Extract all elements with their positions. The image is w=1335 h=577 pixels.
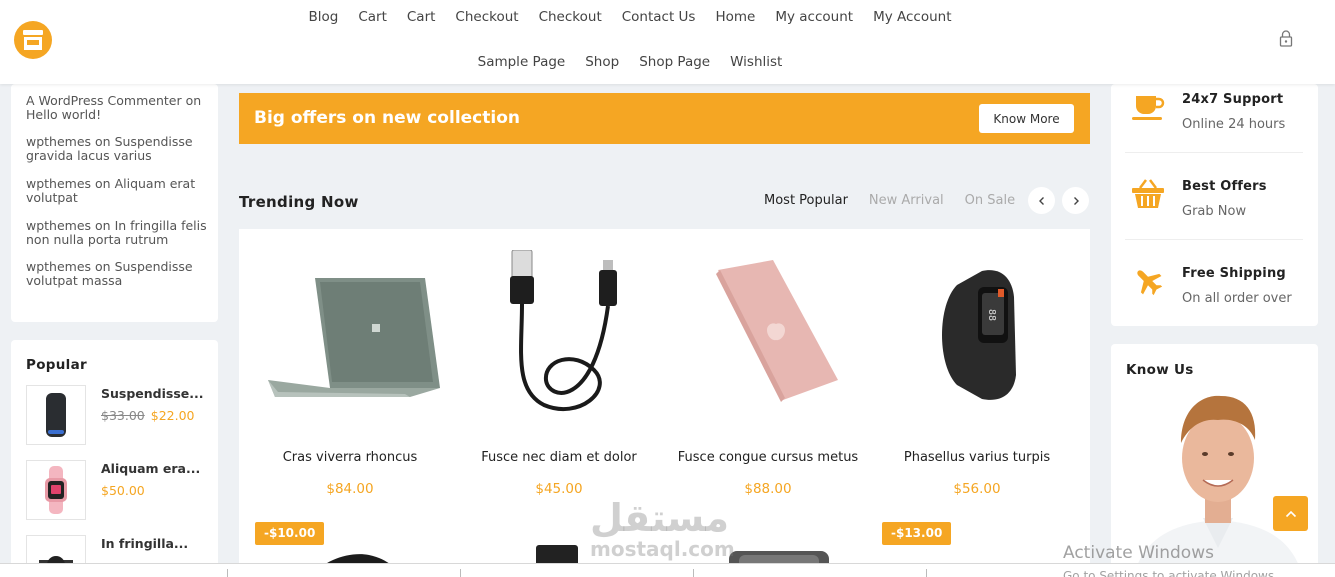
divider <box>1125 239 1303 240</box>
usb-cable-image[interactable] <box>464 247 654 422</box>
watermark-latin: mostaql.com <box>590 537 735 561</box>
watermark-arabic: مستقل <box>590 496 729 540</box>
tab-most-popular[interactable]: Most Popular <box>764 193 848 208</box>
popular-item-price: $33.00 $22.00 <box>101 408 195 423</box>
nav-item-checkout[interactable]: Checkout <box>445 8 528 26</box>
nav-item-wishlist[interactable]: Wishlist <box>720 53 792 71</box>
nav-row-2: Sample Page Shop Shop Page Wishlist <box>290 53 970 71</box>
lock-icon[interactable] <box>1279 29 1293 52</box>
feature-title: Free Shipping <box>1182 266 1286 281</box>
activate-windows-title: Activate Windows <box>1063 543 1214 563</box>
nav-item-contact-us[interactable]: Contact Us <box>612 8 706 26</box>
product-price: $84.00 <box>326 481 374 497</box>
product-price: $45.00 <box>535 481 583 497</box>
watermark: مستقل mostaql.com <box>590 498 735 560</box>
trending-tabs: Most Popular New Arrival On Sale <box>764 193 1015 208</box>
divider <box>460 569 461 577</box>
feature-offers: Best Offers Grab Now <box>1126 176 1306 236</box>
product-name[interactable]: Phasellus varius turpis <box>872 450 1082 465</box>
tab-on-sale[interactable]: On Sale <box>965 193 1015 208</box>
product-name[interactable]: Fusce congue cursus metus <box>663 450 873 465</box>
feature-support: 24x7 Support Online 24 hours <box>1126 89 1306 149</box>
nav-item-my-account-2[interactable]: My Account <box>863 8 961 26</box>
trending-title: Trending Now <box>239 193 359 211</box>
plane-icon <box>1126 263 1170 299</box>
feature-shipping: Free Shipping On all order over <box>1126 263 1306 323</box>
activate-windows-subtitle: Go to Settings to activate Windows. <box>1063 569 1278 577</box>
comment-item[interactable]: wpthemes on Suspendisse volutpat massa <box>26 260 211 288</box>
banner-text: Big offers on new collection <box>254 108 520 128</box>
popular-item[interactable]: Suspendisse... $33.00 $22.00 <box>26 385 211 445</box>
nav-row-1: Blog Cart Cart Checkout Checkout Contact… <box>290 8 970 26</box>
sale-price: $22.00 <box>150 408 195 423</box>
chevron-right-icon <box>1073 196 1079 205</box>
nav-item-cart[interactable]: Cart <box>348 8 397 26</box>
product-card[interactable]: Cras viverra rhoncus $84.00 <box>245 229 455 509</box>
comment-item[interactable]: wpthemes on Aliquam erat volutpat <box>26 177 211 205</box>
store-logo-icon[interactable] <box>14 21 52 59</box>
basket-icon <box>1126 176 1170 212</box>
product-name[interactable]: Cras viverra rhoncus <box>245 450 455 465</box>
sale-price: $50.00 <box>101 483 145 498</box>
product-card[interactable]: Fusce nec diam et dolor $45.00 <box>454 229 664 509</box>
divider <box>693 569 694 577</box>
old-price: $33.00 <box>101 408 145 423</box>
product-card[interactable]: Fusce congue cursus metus $88.00 <box>663 229 873 509</box>
speaker-thumbnail[interactable] <box>26 385 86 445</box>
nav-item-cart-2[interactable]: Cart <box>397 8 446 26</box>
feature-subtitle: Online 24 hours <box>1182 117 1286 132</box>
tab-new-arrival[interactable]: New Arrival <box>869 193 944 208</box>
feature-title: Best Offers <box>1182 179 1267 194</box>
comment-item[interactable]: wpthemes on In fringilla felis non nulla… <box>26 219 211 247</box>
popular-title: Popular <box>26 357 87 373</box>
product-card[interactable]: 88 Phasellus varius turpis $56.00 <box>872 229 1082 509</box>
popular-item-name[interactable]: In fringilla... <box>101 536 188 551</box>
site-header: Blog Cart Cart Checkout Checkout Contact… <box>0 0 1335 84</box>
chevron-left-icon <box>1038 196 1044 205</box>
nav-item-blog[interactable]: Blog <box>298 8 348 26</box>
divider <box>1125 152 1303 153</box>
cup-icon <box>1126 89 1170 125</box>
divider <box>926 569 927 577</box>
svg-text:88: 88 <box>986 308 997 320</box>
nav-item-my-account[interactable]: My account <box>765 8 863 26</box>
product-price: $56.00 <box>953 481 1001 497</box>
feature-subtitle: Grab Now <box>1182 204 1247 219</box>
know-us-title: Know Us <box>1126 362 1194 378</box>
comment-item[interactable]: A WordPress Commenter on Hello world! <box>26 94 211 122</box>
feature-title: 24x7 Support <box>1182 92 1284 107</box>
comment-item[interactable]: wpthemes on Suspendisse gravida lacus va… <box>26 135 211 163</box>
nav-item-checkout-2[interactable]: Checkout <box>529 8 612 26</box>
tablet-image[interactable] <box>673 247 863 422</box>
chevron-up-icon <box>1285 510 1296 517</box>
product-name[interactable]: Fusce nec diam et dolor <box>454 450 664 465</box>
fitness-band-image[interactable]: 88 <box>882 247 1072 422</box>
next-arrow-button[interactable] <box>1062 187 1089 214</box>
recent-comments-widget: A WordPress Commenter on Hello world! wp… <box>11 84 218 322</box>
nav-item-home[interactable]: Home <box>705 8 765 26</box>
features-widget: 24x7 Support Online 24 hours Best Offers… <box>1111 84 1318 326</box>
popular-item-price: $50.00 <box>101 483 145 498</box>
nav-item-shop[interactable]: Shop <box>575 53 629 71</box>
popular-item-name[interactable]: Aliquam era... <box>101 461 200 476</box>
prev-arrow-button[interactable] <box>1028 187 1055 214</box>
divider <box>227 569 228 577</box>
smartwatch-thumbnail[interactable] <box>26 460 86 520</box>
nav-item-sample-page[interactable]: Sample Page <box>468 53 576 71</box>
product-price: $88.00 <box>744 481 792 497</box>
promo-banner: Big offers on new collection Know More <box>239 93 1090 144</box>
scroll-to-top-button[interactable] <box>1273 496 1308 531</box>
discount-badge: -$13.00 <box>882 522 952 545</box>
nav-item-shop-page[interactable]: Shop Page <box>629 53 720 71</box>
popular-item-name[interactable]: Suspendisse... <box>101 386 204 401</box>
feature-subtitle: On all order over <box>1182 291 1292 306</box>
activate-windows-notice: Activate Windows Go to Settings to activ… <box>1063 543 1278 577</box>
popular-item[interactable]: Aliquam era... $50.00 <box>26 460 211 520</box>
laptop-image[interactable] <box>255 247 445 422</box>
popular-products-widget: Popular Suspendisse... $33.00 $22.00 Aliq… <box>11 340 218 577</box>
know-more-button[interactable]: Know More <box>979 104 1074 133</box>
